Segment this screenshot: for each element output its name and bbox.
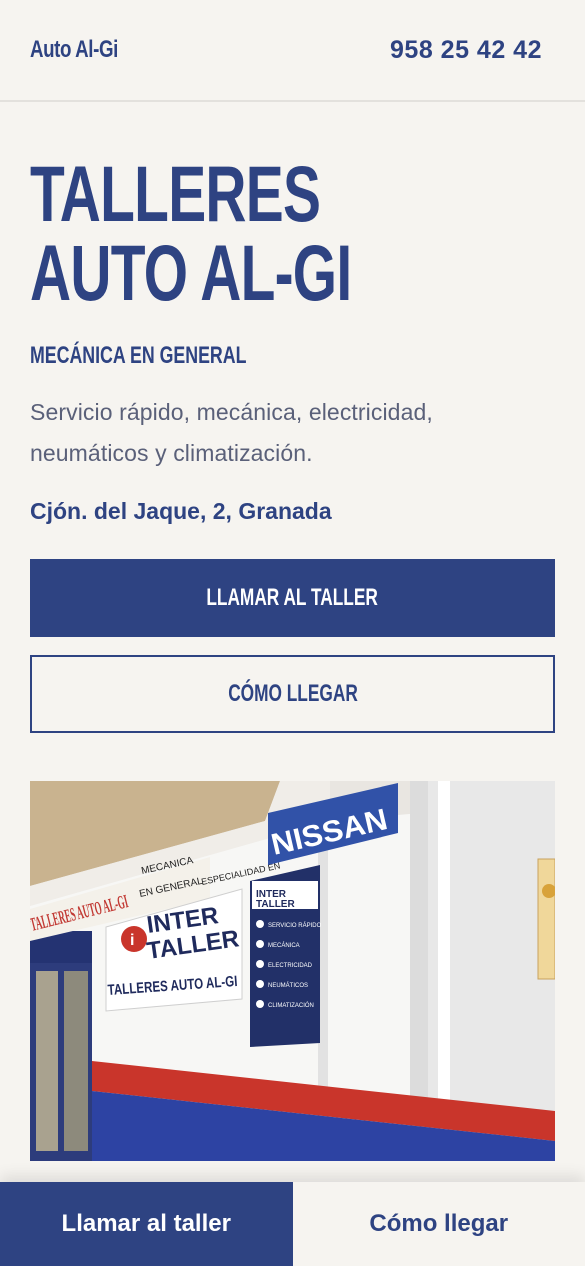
- svg-text:i: i: [130, 932, 134, 949]
- services-panel-bullet-icon: [256, 940, 264, 948]
- directions-button-label: CÓMO LLEGAR: [227, 680, 358, 707]
- site-header: Auto Al-Gi 958 25 42 42: [0, 0, 585, 102]
- workshop-photo: TALLERES AUTO AL-GI MECANICA EN GENERAL …: [30, 781, 555, 1161]
- svg-text:TALLER: TALLER: [256, 899, 295, 910]
- services-panel-bullet-icon: [256, 1000, 264, 1008]
- workshop-facade-illustration: TALLERES AUTO AL-GI MECANICA EN GENERAL …: [30, 781, 555, 1161]
- services-panel-item: MECÁNICA: [268, 942, 300, 949]
- sticky-bottom-bar: Llamar al taller Cómo llegar: [0, 1182, 585, 1266]
- address-text: Cjón. del Jaque, 2, Granada: [30, 498, 332, 524]
- directions-button[interactable]: CÓMO LLEGAR: [30, 655, 555, 733]
- bottom-directions-button[interactable]: Cómo llegar: [292, 1182, 585, 1266]
- header-phone-link[interactable]: 958 25 42 42: [390, 36, 542, 65]
- main-content: TALLERES AUTO AL-GI MECÁNICA EN GENERAL …: [0, 154, 585, 1161]
- services-panel-item: CLIMATIZACIÓN: [268, 1002, 314, 1009]
- call-workshop-button[interactable]: LLAMAR AL TALLER: [30, 559, 555, 637]
- services-panel-bullet-icon: [256, 920, 264, 928]
- services-panel-item: ELECTRICIDAD: [268, 963, 313, 969]
- page-subtitle: MECÁNICA EN GENERAL: [30, 342, 247, 369]
- page-title: TALLERES AUTO AL-GI: [30, 154, 563, 312]
- services-panel-bullet-icon: [256, 980, 264, 988]
- services-panel-bullet-icon: [256, 960, 264, 968]
- services-panel-item: SERVICIO RÁPIDO: [268, 922, 322, 929]
- brand-link[interactable]: Auto Al-Gi: [30, 36, 118, 64]
- bottom-call-button[interactable]: Llamar al taller: [0, 1182, 293, 1266]
- page-title-line-1: TALLERES: [30, 149, 321, 238]
- services-panel-item: NEUMÁTICOS: [268, 982, 308, 989]
- service-description: Servicio rápido, mecánica, electricidad,…: [30, 399, 433, 466]
- page-title-line-2: AUTO AL-GI: [30, 228, 352, 317]
- call-workshop-button-label: LLAMAR AL TALLER: [206, 584, 379, 611]
